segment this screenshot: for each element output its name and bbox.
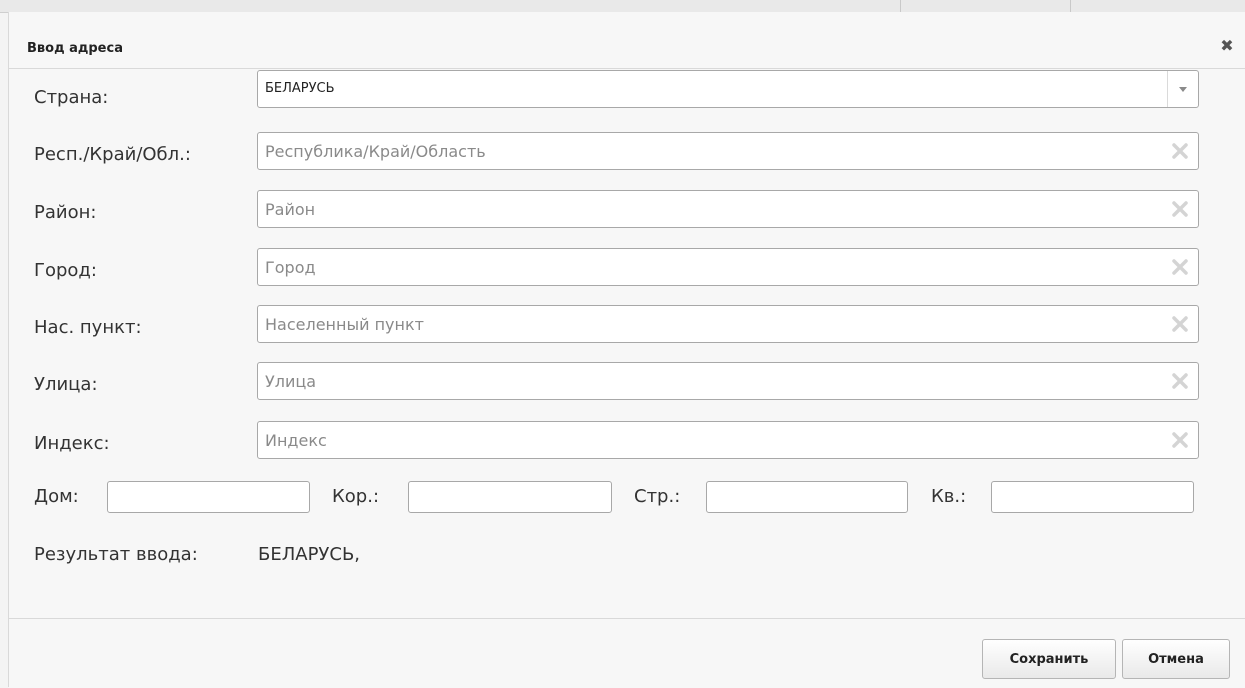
close-icon[interactable]: ✖ xyxy=(1218,37,1236,55)
clear-x-icon[interactable] xyxy=(1171,372,1189,390)
clear-x-icon[interactable] xyxy=(1171,142,1189,160)
cancel-button[interactable]: Отмена xyxy=(1122,639,1230,679)
region-field xyxy=(257,132,1199,170)
district-label: Район: xyxy=(34,202,97,223)
city-field xyxy=(257,248,1199,286)
city-label: Город: xyxy=(34,260,97,281)
country-label: Страна: xyxy=(34,87,109,108)
result-value: БЕЛАРУСЬ, xyxy=(258,544,361,565)
apartment-label: Кв.: xyxy=(931,486,967,507)
save-button[interactable]: Сохранить xyxy=(982,639,1116,679)
country-select-value: БЕЛАРУСЬ xyxy=(265,81,335,96)
country-select[interactable]: БЕЛАРУСЬ xyxy=(257,70,1199,108)
clear-x-icon[interactable] xyxy=(1171,200,1189,218)
city-input[interactable] xyxy=(265,249,1162,285)
postcode-field xyxy=(257,421,1199,459)
settlement-label: Нас. пункт: xyxy=(34,317,142,338)
apartment-field xyxy=(991,481,1194,513)
postcode-input[interactable] xyxy=(265,422,1162,458)
dialog-title: Ввод адреса xyxy=(27,41,123,56)
apartment-input[interactable] xyxy=(992,482,1193,512)
house-label: Дом: xyxy=(34,486,79,507)
district-field xyxy=(257,190,1199,228)
region-label: Респ./Край/Обл.: xyxy=(34,144,191,165)
house-field xyxy=(107,481,310,513)
dialog-footer: Сохранить Отмена xyxy=(9,618,1245,688)
clear-x-icon[interactable] xyxy=(1171,258,1189,276)
structure-field xyxy=(706,481,908,513)
street-input[interactable] xyxy=(265,363,1162,399)
dialog-header: Ввод адреса ✖ xyxy=(9,18,1245,69)
clear-x-icon[interactable] xyxy=(1171,315,1189,333)
settlement-input[interactable] xyxy=(265,306,1162,342)
house-input[interactable] xyxy=(108,482,309,512)
address-dialog: Ввод адреса ✖ Страна: БЕЛАРУСЬ Респ./Кра… xyxy=(8,12,1245,688)
street-label: Улица: xyxy=(34,374,98,395)
building-input[interactable] xyxy=(409,482,611,512)
structure-label: Стр.: xyxy=(634,486,681,507)
street-field xyxy=(257,362,1199,400)
structure-input[interactable] xyxy=(707,482,907,512)
district-input[interactable] xyxy=(265,191,1162,227)
clear-x-icon[interactable] xyxy=(1171,431,1189,449)
building-field xyxy=(408,481,612,513)
result-label: Результат ввода: xyxy=(34,544,198,565)
settlement-field xyxy=(257,305,1199,343)
postcode-label: Индекс: xyxy=(34,433,110,454)
region-input[interactable] xyxy=(265,133,1162,169)
chevron-down-icon[interactable] xyxy=(1167,71,1198,107)
building-label: Кор.: xyxy=(332,486,380,507)
